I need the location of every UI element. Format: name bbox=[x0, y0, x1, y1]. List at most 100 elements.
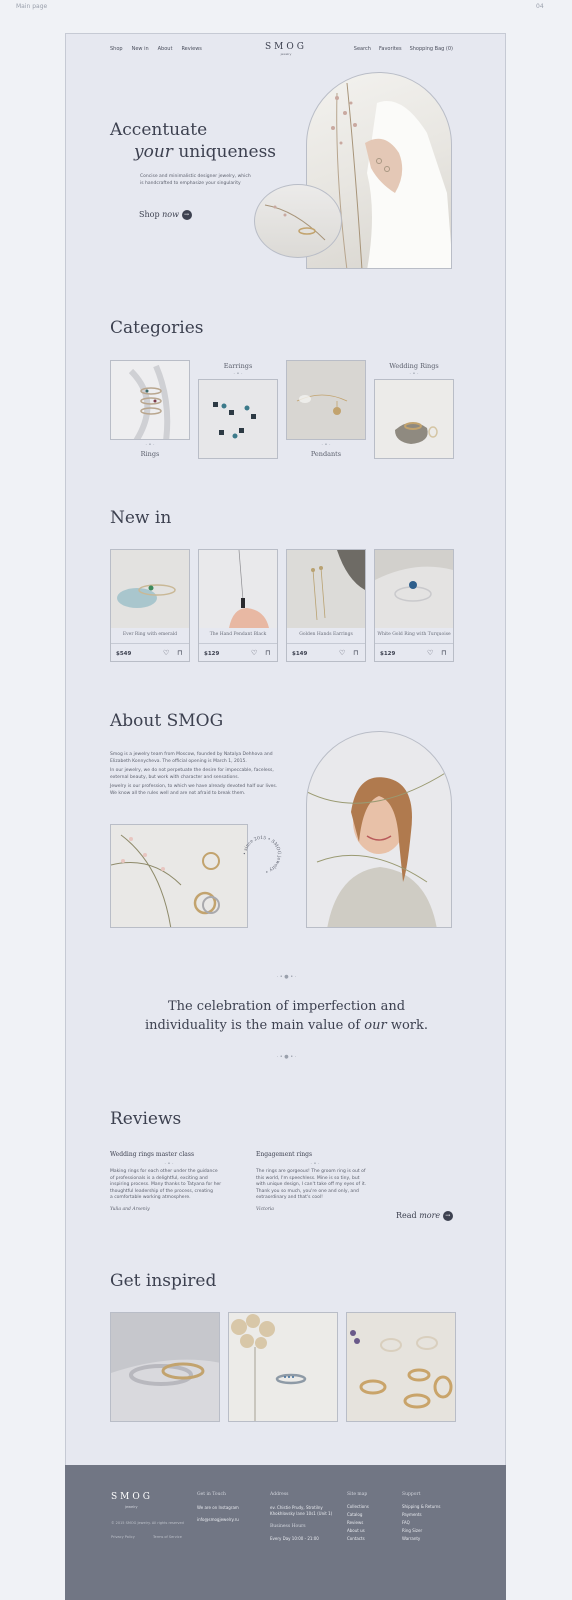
about-title: About SMOG bbox=[110, 711, 224, 731]
footer-sitemap-title: Site map bbox=[347, 1492, 368, 1497]
product-name[interactable]: White Gold Ring with Turquoise bbox=[375, 632, 453, 637]
hero-title-line2: your uniqueness bbox=[134, 142, 276, 162]
category-rings-label[interactable]: Rings bbox=[110, 450, 190, 458]
review-heading: Wedding rings master class bbox=[110, 1151, 195, 1158]
product-name[interactable]: Ever Ring with emerald bbox=[111, 632, 189, 637]
utility-nav: Search Favorites Shopping Bag (0) bbox=[354, 46, 453, 52]
about-line: In our jewelry, we do not perpetuate the… bbox=[110, 768, 274, 773]
nav-search[interactable]: Search bbox=[354, 46, 371, 52]
stamp-text: • since 2015 • SMOG jewelry • bbox=[243, 835, 282, 874]
footer-sitemap-link[interactable]: Reviews bbox=[347, 1520, 363, 1525]
heart-icon[interactable]: ♡ bbox=[251, 649, 257, 657]
category-pendants-image[interactable] bbox=[286, 360, 366, 440]
product-card[interactable]: White Gold Ring with Turquoise $129 ♡ ⊓ bbox=[374, 549, 454, 662]
footer: SMOG jewelry © 2015 SMOG Jewelry. All ri… bbox=[65, 1465, 506, 1600]
logo-subtext: jewelry bbox=[280, 52, 292, 56]
product-card[interactable]: The Hand Pendant Black $129 ♡ ⊓ bbox=[198, 549, 278, 662]
bag-icon[interactable]: ⊓ bbox=[265, 649, 270, 657]
shop-now-em: now bbox=[162, 210, 179, 219]
category-earrings-label[interactable]: Earrings bbox=[198, 362, 278, 370]
review-author: Yulia and Arseniy bbox=[110, 1206, 150, 1212]
footer-support-link[interactable]: Ring Sizer bbox=[402, 1528, 422, 1533]
category-pendants-label[interactable]: Pendants bbox=[286, 450, 366, 458]
nav-shop[interactable]: Shop bbox=[110, 46, 123, 52]
review-dots: · • · bbox=[164, 1161, 174, 1167]
nav-about[interactable]: About bbox=[158, 46, 173, 52]
quote-dots-top: · • ● • · bbox=[276, 974, 297, 980]
arrow-right-icon: → bbox=[442, 1211, 453, 1221]
footer-copyright: © 2015 SMOG Jewelry. All rights reserved bbox=[111, 1521, 184, 1525]
inspired-image-2[interactable] bbox=[228, 1312, 338, 1422]
review-line: Making rings for each other under the gu… bbox=[110, 1169, 218, 1174]
review-heading: Engagement rings bbox=[256, 1151, 313, 1158]
review-item: Wedding rings master class · • · Making … bbox=[110, 1151, 228, 1212]
bag-icon[interactable]: ⊓ bbox=[441, 649, 446, 657]
hero-title-line1: Accentuate bbox=[110, 120, 208, 140]
heart-icon[interactable]: ♡ bbox=[427, 649, 433, 657]
category-earrings-image[interactable] bbox=[198, 379, 278, 459]
review-item: Engagement rings · • · The rings are gor… bbox=[256, 1151, 374, 1212]
nav-new-in[interactable]: New in bbox=[132, 46, 149, 52]
shop-now-button[interactable]: Shop now → bbox=[139, 210, 192, 220]
shop-now-text: Shop bbox=[139, 210, 160, 219]
heart-icon[interactable]: ♡ bbox=[163, 649, 169, 657]
product-price: $129 bbox=[380, 651, 396, 657]
read-more-em: more bbox=[419, 1211, 441, 1220]
hero-subtitle-line2: is handcrafted to emphasize your singula… bbox=[140, 180, 241, 186]
review-line: with unique design, I can't take off my … bbox=[256, 1182, 367, 1187]
bag-icon[interactable]: ⊓ bbox=[353, 649, 358, 657]
nav-reviews[interactable]: Reviews bbox=[181, 46, 201, 52]
about-rings-image bbox=[110, 824, 248, 928]
review-line: The rings are gorgeous! The groom ring i… bbox=[256, 1169, 366, 1174]
header-logo[interactable]: SMOG jewelry bbox=[256, 42, 316, 56]
review-line: a comfortable working atmosphere. bbox=[110, 1195, 191, 1200]
inspired-image-1[interactable] bbox=[110, 1312, 220, 1422]
about-line: Jewelry is our profession, to which we h… bbox=[110, 784, 278, 789]
category-wedding-rings-image[interactable] bbox=[374, 379, 454, 459]
footer-sitemap-link[interactable]: Contacts bbox=[347, 1536, 365, 1541]
footer-support-link[interactable]: Payments bbox=[402, 1512, 422, 1517]
inspired-image-3[interactable] bbox=[346, 1312, 456, 1422]
get-inspired-title: Get inspired bbox=[110, 1271, 217, 1291]
footer-logo[interactable]: SMOG bbox=[111, 1492, 153, 1502]
terms-link[interactable]: Terms of Service bbox=[153, 1535, 182, 1539]
footer-support-link[interactable]: Warranty bbox=[402, 1536, 420, 1541]
product-name[interactable]: The Hand Pendant Black bbox=[199, 632, 277, 637]
quote-line2-pre: individuality is the main value of bbox=[144, 1018, 361, 1033]
hero-title-em: your bbox=[134, 142, 173, 162]
quote-line2: individuality is the main value of our w… bbox=[66, 1018, 507, 1033]
footer-instagram-link[interactable]: We are on Instagram bbox=[197, 1505, 239, 1510]
footer-sitemap-link[interactable]: About us bbox=[347, 1528, 365, 1533]
quote-line1: The celebration of imperfection and bbox=[167, 999, 406, 1014]
footer-support-link[interactable]: FAQ bbox=[402, 1520, 410, 1525]
nav-shopping-bag[interactable]: Shopping Bag (0) bbox=[410, 46, 453, 52]
footer-logo-subtext: jewelry bbox=[125, 1505, 138, 1509]
read-more-text: Read bbox=[396, 1211, 417, 1220]
product-image bbox=[111, 550, 189, 628]
category-dots: · • · bbox=[145, 442, 155, 448]
footer-email-link[interactable]: info@smogjewelry.ru bbox=[197, 1517, 239, 1522]
product-name[interactable]: Golden Hands Earrings bbox=[287, 632, 365, 637]
product-card[interactable]: Ever Ring with emerald $549 ♡ ⊓ bbox=[110, 549, 190, 662]
heart-icon[interactable]: ♡ bbox=[339, 649, 345, 657]
product-card[interactable]: Golden Hands Earrings $149 ♡ ⊓ bbox=[286, 549, 366, 662]
nav-favorites[interactable]: Favorites bbox=[379, 46, 402, 52]
footer-sitemap-link[interactable]: Collections bbox=[347, 1504, 369, 1509]
quote-line2-em: our bbox=[364, 1018, 387, 1033]
quote-line2-post: work. bbox=[390, 1018, 429, 1033]
review-author: Victoria bbox=[256, 1206, 274, 1212]
about-line: Smog is a jewelry team from Moscow, foun… bbox=[110, 752, 273, 757]
footer-sitemap-link[interactable]: Catalog bbox=[347, 1512, 362, 1517]
category-rings-image[interactable] bbox=[110, 360, 190, 440]
new-in-title: New in bbox=[110, 508, 172, 528]
footer-address-line: Khokhlovsky lane 10s1 (Unit 1) bbox=[270, 1511, 333, 1516]
category-wedding-rings-label[interactable]: Wedding Rings bbox=[374, 362, 454, 370]
footer-hours: Every Day 10:00 - 21:00 bbox=[270, 1536, 319, 1541]
categories-title: Categories bbox=[110, 318, 204, 338]
privacy-link[interactable]: Privacy Policy bbox=[111, 1535, 135, 1539]
read-more-button[interactable]: Read more → bbox=[396, 1211, 453, 1221]
about-line: We know all the rules well and are not a… bbox=[110, 790, 246, 796]
bag-icon[interactable]: ⊓ bbox=[177, 649, 182, 657]
footer-touch-title: Get in Touch bbox=[197, 1492, 226, 1497]
footer-support-link[interactable]: Shipping & Returns bbox=[402, 1504, 440, 1509]
